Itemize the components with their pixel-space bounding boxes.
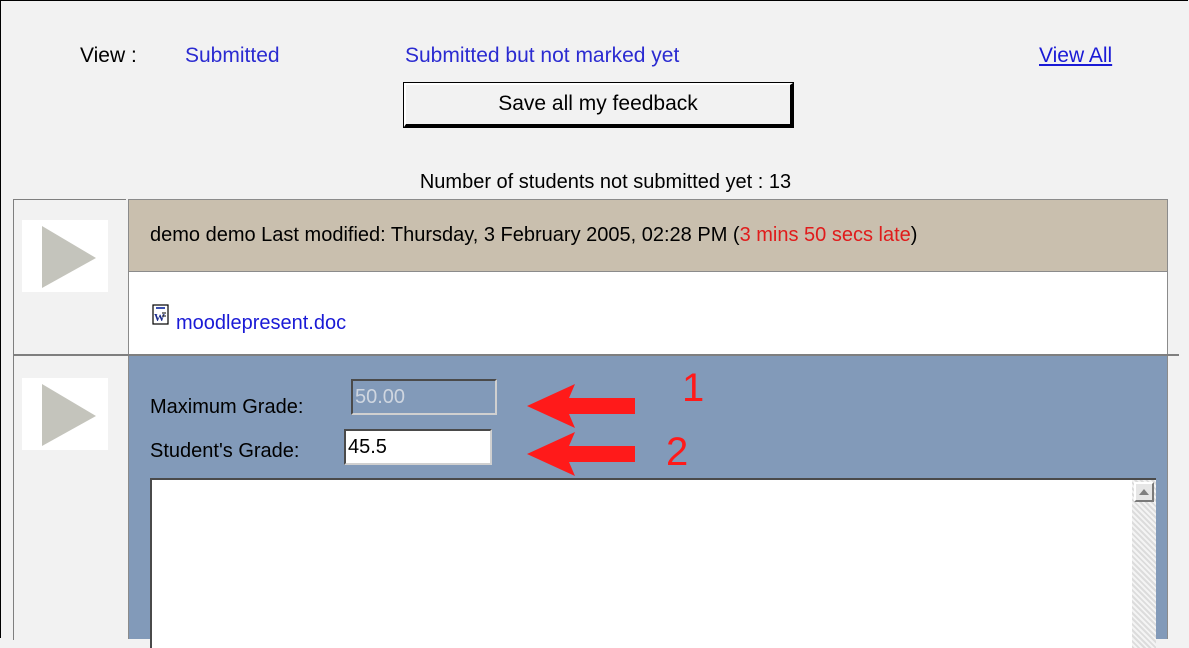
view-not-marked-link[interactable]: Submitted but not marked yet (405, 44, 679, 68)
submission-table: demo demo Last modified: Thursday, 3 Feb… (13, 199, 1179, 648)
feedback-scrollbar[interactable] (1132, 480, 1156, 648)
max-grade-field (351, 379, 497, 415)
submission-header-text: demo demo Last modified: Thursday, 3 Feb… (150, 224, 917, 247)
student-grade-field[interactable] (344, 429, 492, 465)
view-filter-bar: View : Submitted Submitted but not marke… (1, 39, 1189, 79)
late-status: 3 mins 50 secs late (739, 224, 911, 246)
expand-submission-toggle[interactable] (22, 220, 108, 292)
word-doc-icon: W (152, 304, 169, 325)
view-submitted-link[interactable]: Submitted (185, 44, 280, 68)
red-arrow-icon (527, 432, 635, 476)
grading-panel: Maximum Grade: Student's Grade: 1 2 (128, 356, 1168, 648)
expand-grading-toggle[interactable] (22, 378, 108, 450)
submission-details: demo demo Last modified: Thursday, 3 Feb… (128, 199, 1179, 648)
assignment-page: View : Submitted Submitted but not marke… (0, 0, 1189, 648)
expand-triangle-icon (42, 384, 96, 446)
submission-header: demo demo Last modified: Thursday, 3 Feb… (128, 199, 1168, 272)
view-label: View : (80, 44, 137, 67)
submitted-file-link[interactable]: moodlepresent.doc (176, 312, 346, 335)
view-all-link[interactable]: View All (1039, 44, 1112, 68)
toggle-column (13, 199, 126, 640)
feedback-textarea[interactable] (150, 478, 1156, 648)
svg-text:W: W (154, 312, 165, 324)
annotation-number-2: 2 (666, 430, 689, 474)
annotation-number-1: 1 (682, 366, 705, 410)
student-modified-text: demo demo Last modified: Thursday, 3 Feb… (150, 224, 740, 246)
submitted-file-row: W moodlepresent.doc (128, 272, 1168, 354)
save-feedback-button[interactable]: Save all my feedback (403, 82, 794, 128)
not-submitted-count: Number of students not submitted yet : 1… (1, 171, 1189, 194)
scroll-up-arrow-icon[interactable] (1134, 482, 1154, 502)
red-arrow-icon (527, 384, 635, 428)
student-grade-label: Student's Grade: (150, 440, 300, 462)
expand-triangle-icon (42, 226, 96, 288)
header-close: ) (910, 224, 918, 246)
max-grade-label: Maximum Grade: (150, 396, 304, 418)
not-submitted-text: Number of students not submitted yet : 1… (419, 171, 792, 193)
